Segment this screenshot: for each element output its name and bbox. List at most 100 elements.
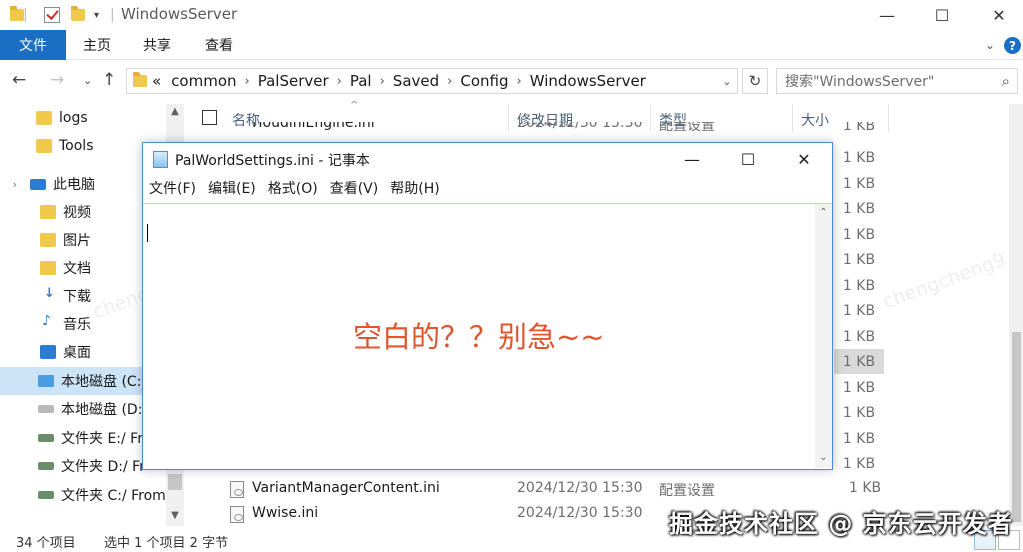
- file-name: HoudiniEngine.ini: [252, 122, 375, 131]
- nav-item-label: Tools: [59, 138, 94, 154]
- breadcrumb-item[interactable]: common: [166, 72, 241, 90]
- breadcrumb-separator-icon[interactable]: ›: [513, 74, 524, 89]
- nav-item-label: 下载: [63, 289, 91, 305]
- empty-file-annotation: 空白的？？别急~~: [353, 320, 605, 354]
- file-name: VariantManagerContent.ini: [252, 480, 440, 496]
- search-icon[interactable]: ⌕: [1002, 72, 1010, 90]
- table-row[interactable]: VariantManagerContent.ini 2024/12/30 15:…: [190, 477, 890, 502]
- scroll-down-icon[interactable]: ⌄: [815, 452, 832, 463]
- close-button[interactable]: ✕: [976, 0, 1022, 30]
- refresh-icon[interactable]: ↻: [742, 68, 768, 94]
- address-bar[interactable]: « common › PalServer › Pal › Saved › Con…: [126, 68, 738, 94]
- folder-icon: [10, 5, 24, 25]
- notepad-text-area[interactable]: 空白的？？别急~~ ⌃ ⌄: [143, 203, 832, 469]
- file-size: 1 KB: [842, 430, 876, 447]
- address-dropdown-icon[interactable]: ⌄: [716, 68, 738, 94]
- menu-view[interactable]: 查看(V): [324, 178, 385, 200]
- scroll-down-icon[interactable]: ▼: [166, 510, 184, 521]
- file-size: 1 KB: [842, 404, 876, 421]
- breadcrumb-item[interactable]: WindowsServer: [525, 72, 651, 90]
- window-title: WindowsServer: [121, 5, 238, 23]
- file-list-scrollbar[interactable]: [1009, 104, 1023, 526]
- network-drive-icon: [38, 462, 54, 470]
- recent-locations-dropdown-icon[interactable]: ⌄: [83, 74, 92, 87]
- notepad-icon: [153, 151, 168, 168]
- maximize-button[interactable]: ☐: [919, 0, 965, 30]
- scroll-up-icon[interactable]: ⌃: [815, 207, 832, 218]
- breadcrumb-separator-icon[interactable]: ›: [377, 74, 388, 89]
- network-drive-icon: [38, 434, 54, 442]
- navigation-bar: ← → ⌄ ↑ « common › PalServer › Pal › Sav…: [0, 62, 1023, 100]
- file-size: 1 KB: [842, 149, 876, 166]
- breadcrumb-separator-icon[interactable]: ›: [444, 74, 455, 89]
- menu-help[interactable]: 帮助(H): [384, 178, 445, 200]
- forward-arrow-icon[interactable]: →: [50, 70, 64, 90]
- back-arrow-icon[interactable]: ←: [12, 70, 26, 90]
- item-count: 34 个项目: [16, 536, 76, 551]
- menu-file[interactable]: 文件(F): [143, 178, 202, 200]
- ini-file-icon: [230, 481, 244, 498]
- breadcrumb-item[interactable]: Saved: [388, 72, 444, 90]
- file-size: 1 KB: [842, 226, 876, 243]
- separator: |: [110, 7, 115, 23]
- video-folder-icon: [40, 205, 56, 219]
- breadcrumb-separator-icon[interactable]: ›: [242, 74, 253, 89]
- nav-item-label: logs: [59, 110, 88, 126]
- breadcrumb-item[interactable]: Pal: [345, 72, 377, 90]
- tab-share[interactable]: 共享: [130, 30, 184, 60]
- menu-edit[interactable]: 编辑(E): [202, 178, 262, 200]
- notepad-scrollbar[interactable]: ⌃ ⌄: [815, 204, 832, 468]
- up-arrow-icon[interactable]: ↑: [102, 70, 116, 90]
- notepad-minimize-button[interactable]: —: [664, 143, 720, 175]
- nav-item-label: 文件夹 D:/ Fr: [61, 459, 145, 475]
- folder-icon: [36, 111, 52, 125]
- nav-item-logs[interactable]: logs: [0, 104, 184, 132]
- sort-ascending-icon: ^: [350, 100, 359, 111]
- help-icon[interactable]: ?: [1004, 37, 1021, 54]
- explorer-title-bar: | ▾ | WindowsServer — ☐ ✕: [0, 0, 1023, 30]
- ribbon-expand-chevron-icon[interactable]: ⌄: [985, 38, 995, 52]
- file-size: 1 KB: [842, 200, 876, 217]
- nav-item-label: 本地磁盘 (C:): [61, 374, 147, 390]
- search-input[interactable]: 搜索"WindowsServer" ⌕: [776, 68, 1018, 94]
- windows-drive-icon: [38, 375, 54, 387]
- properties-check-icon[interactable]: [44, 5, 60, 25]
- quick-access-dropdown-icon[interactable]: ▾: [94, 5, 99, 25]
- text-caret: [147, 224, 148, 242]
- drive-icon: [38, 405, 54, 413]
- tab-home[interactable]: 主页: [70, 30, 124, 60]
- notepad-title: PalWorldSettings.ini - 记事本: [175, 153, 370, 169]
- breadcrumb-overflow[interactable]: «: [147, 72, 166, 90]
- notepad-maximize-button[interactable]: ☐: [720, 143, 776, 175]
- scroll-up-icon[interactable]: ▲: [166, 106, 184, 117]
- notepad-title-bar[interactable]: PalWorldSettings.ini - 记事本 — ☐ ✕: [143, 143, 832, 175]
- breadcrumb-separator-icon[interactable]: ›: [334, 74, 345, 89]
- minimize-button[interactable]: —: [864, 0, 910, 30]
- scrollbar-thumb[interactable]: [168, 474, 182, 490]
- file-size: 1 KB: [842, 122, 876, 134]
- folder-icon: [133, 72, 147, 87]
- scrollbar-thumb[interactable]: [1012, 332, 1021, 522]
- new-folder-icon[interactable]: [71, 5, 85, 25]
- notepad-menu-bar: 文件(F) 编辑(E) 格式(O) 查看(V) 帮助(H): [143, 178, 832, 200]
- tab-view[interactable]: 查看: [192, 30, 246, 60]
- music-folder-icon: [40, 313, 56, 331]
- nav-item-label: 文件夹 C:/ From: [61, 488, 166, 504]
- pictures-folder-icon: [40, 233, 56, 247]
- nav-item-network-c[interactable]: 文件夹 C:/ From: [0, 481, 184, 509]
- file-size: 1 KB: [849, 480, 882, 496]
- tab-file[interactable]: 文件: [0, 30, 66, 60]
- notepad-close-button[interactable]: ✕: [776, 143, 832, 175]
- menu-format[interactable]: 格式(O): [262, 178, 324, 200]
- breadcrumb-item[interactable]: PalServer: [253, 72, 334, 90]
- nav-item-label: 图片: [63, 233, 91, 249]
- nav-item-label: 此电脑: [53, 177, 95, 193]
- breadcrumb-item[interactable]: Config: [455, 72, 513, 90]
- nav-item-label: 文件夹 E:/ Fr: [61, 431, 143, 447]
- table-row[interactable]: HoudiniEngine.ini 2024/12/30 15:30 配置设置: [190, 122, 890, 142]
- nav-item-label: 音乐: [63, 317, 91, 333]
- nav-item-label: 文档: [63, 261, 91, 277]
- expand-chevron-icon[interactable]: ›: [0, 178, 30, 191]
- ribbon: 文件 主页 共享 查看 ⌄: [0, 30, 1023, 60]
- search-placeholder: 搜索"WindowsServer": [785, 74, 935, 90]
